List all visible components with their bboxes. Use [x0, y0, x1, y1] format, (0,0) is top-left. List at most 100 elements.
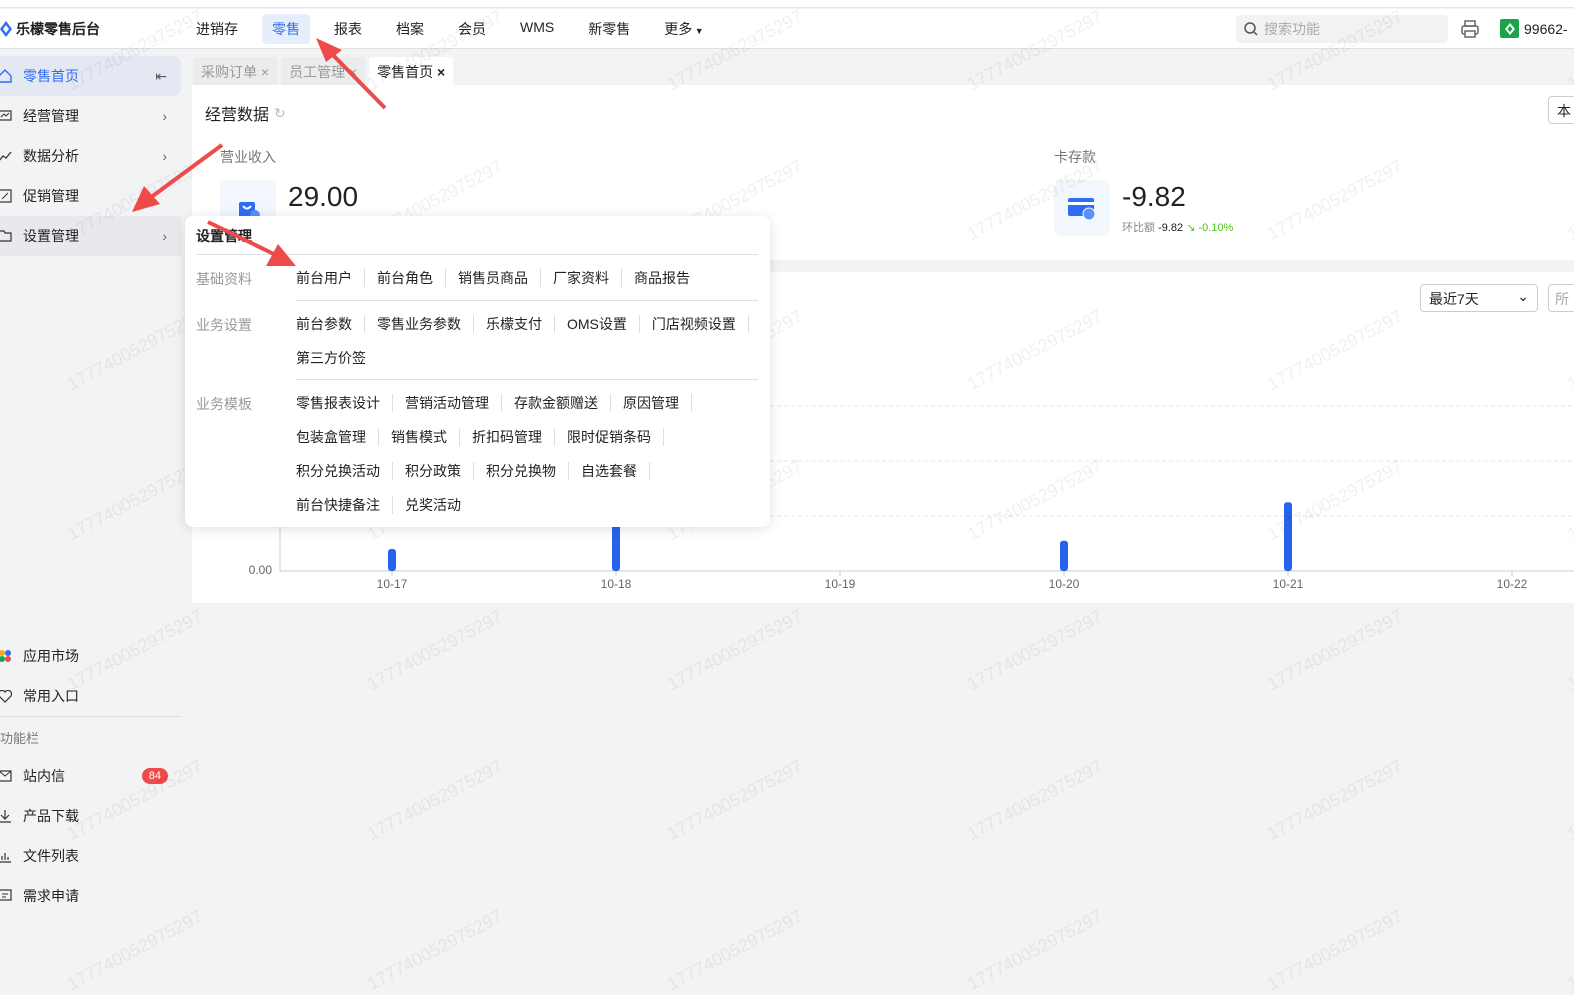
menu-link[interactable]: 自选套餐: [581, 462, 650, 480]
stat-value: 29.00: [288, 181, 359, 212]
home-icon: [0, 68, 13, 84]
sidebar-item-retail-home[interactable]: 零售首页 ⇤: [0, 56, 181, 96]
menu-link[interactable]: 销售模式: [391, 428, 460, 446]
compare-value: -9.82: [1158, 222, 1184, 234]
nav-member[interactable]: 会员: [448, 14, 496, 44]
overview-title-text: 经营数据: [205, 107, 270, 124]
printer-icon[interactable]: [1460, 19, 1480, 39]
sidebar-item-messages[interactable]: 站内信 84: [0, 756, 181, 796]
watermark-text: 177740052975297: [963, 755, 1106, 845]
nav-retail[interactable]: 零售: [262, 14, 310, 44]
menu-link[interactable]: 前台快捷备注: [296, 496, 393, 514]
search-input[interactable]: 搜索功能: [1236, 15, 1448, 43]
menu-link[interactable]: 零售业务参数: [377, 315, 474, 333]
app-market-icon: [0, 648, 13, 664]
stat-label: 营业收入: [220, 149, 276, 165]
x-tick-label: 10-18: [601, 577, 632, 591]
menu-link[interactable]: 限时促销条码: [567, 428, 664, 446]
watermark-text: 177740052975297: [63, 905, 206, 995]
app-title: 乐檬零售后台: [16, 21, 100, 37]
menu-link[interactable]: 积分兑换活动: [296, 462, 393, 480]
sidebar-item-favorites[interactable]: 常用入口: [0, 676, 181, 716]
menu-link[interactable]: 商品报告: [634, 269, 702, 287]
y-tick-label: 0.00: [249, 563, 273, 577]
menu-link[interactable]: 兑奖活动: [405, 496, 473, 514]
sidebar-item-promotion[interactable]: 促销管理: [0, 176, 181, 216]
sidebar-item-label: 应用市场: [23, 648, 79, 664]
settings-menu-popup: 设置管理 基础资料 前台用户 前台角色 销售员商品 厂家资料 商品报告 业务设置 前台参…: [185, 216, 770, 527]
sidebar-item-downloads[interactable]: 产品下载: [0, 796, 181, 836]
collapse-sidebar-icon[interactable]: ⇤: [155, 68, 167, 85]
watermark-text: 177740052975297: [963, 905, 1106, 995]
period-button[interactable]: 本: [1548, 96, 1574, 124]
user-account[interactable]: 99662-: [1500, 19, 1568, 38]
menu-link[interactable]: 包装盒管理: [296, 428, 379, 446]
watermark-text: 177740052975297: [363, 605, 506, 695]
bar[interactable]: [1060, 540, 1068, 571]
menu-link[interactable]: 前台角色: [377, 269, 446, 287]
close-icon[interactable]: ×: [437, 64, 445, 80]
user-id: 99662-: [1524, 20, 1568, 37]
card-icon: [1054, 180, 1110, 236]
sidebar-item-settings[interactable]: 设置管理 ›: [0, 216, 181, 256]
menu-link[interactable]: 原因管理: [623, 394, 692, 412]
search-placeholder: 搜索功能: [1264, 21, 1320, 37]
main-nav: 进销存 零售 报表 档案 会员 WMS 新零售 更多 ▼: [186, 14, 728, 44]
change-percent: -0.10%: [1198, 222, 1234, 234]
monitor-icon: [0, 108, 13, 124]
sidebar-item-app-market[interactable]: 应用市场: [0, 636, 181, 676]
chevron-right-icon: ›: [162, 228, 167, 244]
sidebar-item-label: 常用入口: [23, 688, 79, 704]
watermark-text: 177740052975297: [1263, 755, 1406, 845]
store-icon: [1500, 19, 1519, 38]
menu-link[interactable]: 积分兑换物: [486, 462, 569, 480]
watermark-text: 177740052975297: [1263, 605, 1406, 695]
menu-link[interactable]: 存款金额赠送: [514, 394, 611, 412]
request-icon: [0, 888, 13, 904]
menu-link[interactable]: 厂家资料: [553, 269, 622, 287]
menu-link[interactable]: OMS设置: [567, 315, 640, 333]
folder-icon: [0, 228, 13, 244]
nav-wms[interactable]: WMS: [510, 14, 564, 44]
menu-link[interactable]: 营销活动管理: [405, 394, 502, 412]
menu-link[interactable]: 销售员商品: [458, 269, 541, 287]
close-icon[interactable]: ×: [261, 64, 269, 80]
sidebar-item-analysis[interactable]: 数据分析 ›: [0, 136, 181, 176]
download-icon: [0, 808, 13, 824]
search-icon: [1244, 22, 1258, 36]
nav-more[interactable]: 更多 ▼: [654, 14, 713, 44]
menu-link[interactable]: 门店视频设置: [652, 315, 749, 333]
tab-staff[interactable]: 员工管理 ×: [281, 57, 366, 85]
menu-link[interactable]: 折扣码管理: [472, 428, 555, 446]
watermark-text: 177740052975297: [1563, 755, 1574, 845]
popup-title: 设置管理: [196, 228, 252, 244]
sidebar-item-label: 经营管理: [23, 108, 79, 124]
nav-new-retail[interactable]: 新零售: [578, 14, 640, 44]
nav-reports[interactable]: 报表: [324, 14, 372, 44]
menu-link[interactable]: 零售报表设计: [296, 394, 393, 412]
sidebar-divider: [0, 716, 181, 717]
bar[interactable]: [1284, 502, 1292, 571]
nav-archive[interactable]: 档案: [386, 14, 434, 44]
watermark-text: 177740052975297: [1263, 905, 1406, 995]
bar[interactable]: [388, 549, 396, 571]
chart-line-icon: [0, 148, 13, 164]
tab-purchase-order[interactable]: 采购订单 ×: [193, 57, 278, 85]
menu-link[interactable]: 乐檬支付: [486, 315, 555, 333]
sidebar-item-requests[interactable]: 需求申请: [0, 876, 181, 916]
menu-link[interactable]: 积分政策: [405, 462, 474, 480]
refresh-icon[interactable]: ↻: [274, 105, 286, 122]
tab-retail-home[interactable]: 零售首页 ×: [369, 57, 454, 85]
nav-jinxiaocun[interactable]: 进销存: [186, 14, 248, 44]
close-icon[interactable]: ×: [349, 64, 357, 80]
sidebar-item-files[interactable]: 文件列表: [0, 836, 181, 876]
sidebar-item-business[interactable]: 经营管理 ›: [0, 96, 181, 136]
menu-link[interactable]: 前台用户: [296, 269, 365, 287]
message-icon: [0, 768, 13, 784]
menu-link[interactable]: 第三方价签: [296, 349, 378, 367]
group-label: 业务设置: [196, 317, 252, 333]
divider: [196, 254, 758, 255]
menu-link[interactable]: 前台参数: [296, 315, 365, 333]
sidebar-item-label: 产品下载: [23, 808, 79, 824]
app-logo[interactable]: 乐檬零售后台: [0, 19, 100, 39]
